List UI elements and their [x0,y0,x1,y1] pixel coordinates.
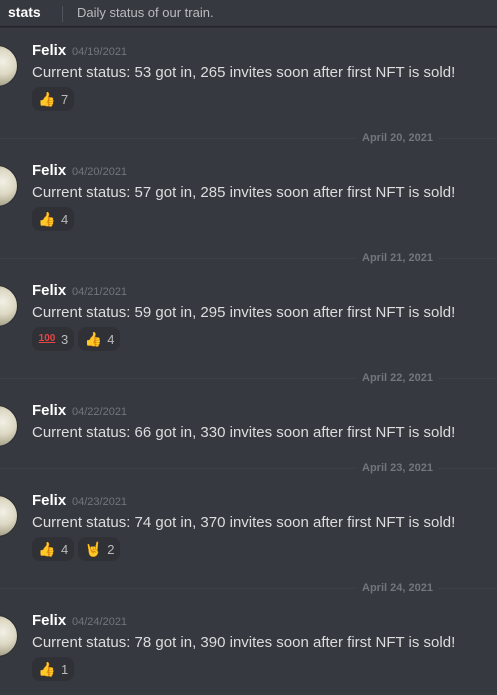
author-name[interactable]: Felix [32,402,66,419]
reactions: 👍 1 [32,657,75,681]
message-content: Current status: 53 got in, 265 invites s… [32,64,456,81]
date-divider: April 20, 2021 [0,132,497,146]
message-content: Current status: 78 got in, 390 invites s… [32,634,456,651]
hundred-points-icon: 100 [38,333,56,344]
channel-name[interactable]: stats [8,4,41,20]
message-timestamp: 04/20/2021 [72,166,128,178]
reaction-count: 7 [61,91,69,107]
channel-topic[interactable]: Daily status of our train. [77,5,214,20]
message-timestamp: 04/23/2021 [72,496,128,508]
avatar[interactable] [0,495,18,537]
reaction-count: 4 [61,541,69,557]
date-divider: April 24, 2021 [0,582,497,596]
reaction-hundred-points[interactable]: 100 3 [32,327,75,351]
reaction-thumbs-up[interactable]: 👍 1 [32,657,75,681]
reaction-count: 4 [107,331,115,347]
avatar[interactable] [0,45,18,87]
date-divider: April 23, 2021 [0,462,497,476]
author-name[interactable]: Felix [32,612,66,629]
thumbs-up-icon: 👍 [38,211,56,227]
message-content: Current status: 74 got in, 370 invites s… [32,514,456,531]
reactions: 👍 7 [32,87,75,111]
date-divider-label: April 21, 2021 [362,252,433,264]
reactions: 👍 4 [32,207,75,231]
reaction-count: 2 [107,541,115,557]
avatar[interactable] [0,285,18,327]
message-timestamp: 04/22/2021 [72,406,128,418]
thumbs-up-icon: 👍 [38,91,56,107]
message-timestamp: 04/24/2021 [72,616,128,628]
thumbs-up-icon: 👍 [84,331,102,347]
message-timestamp: 04/19/2021 [72,46,128,58]
header-divider [62,6,63,22]
date-divider: April 22, 2021 [0,372,497,386]
thumbs-up-icon: 👍 [38,541,56,557]
message-timestamp: 04/21/2021 [72,286,128,298]
reaction-count: 3 [61,331,69,347]
date-divider-label: April 22, 2021 [362,372,433,384]
reaction-thumbs-up[interactable]: 👍 7 [32,87,75,111]
date-divider: April 21, 2021 [0,252,497,266]
reaction-count: 1 [61,661,69,677]
sign-of-the-horns-icon: 🤘 [84,541,102,557]
avatar[interactable] [0,405,18,447]
message-content: Current status: 57 got in, 285 invites s… [32,184,456,201]
message-content: Current status: 66 got in, 330 invites s… [32,424,456,441]
date-divider-label: April 20, 2021 [362,132,433,144]
reaction-sign-of-the-horns[interactable]: 🤘 2 [78,537,121,561]
author-name[interactable]: Felix [32,282,66,299]
reaction-thumbs-up[interactable]: 👍 4 [32,537,75,561]
reaction-thumbs-up[interactable]: 👍 4 [32,207,75,231]
thumbs-up-icon: 👍 [38,661,56,677]
author-name[interactable]: Felix [32,162,66,179]
author-name[interactable]: Felix [32,42,66,59]
author-name[interactable]: Felix [32,492,66,509]
message-content: Current status: 59 got in, 295 invites s… [32,304,456,321]
reactions: 100 3 👍 4 [32,327,121,351]
date-divider-label: April 23, 2021 [362,462,433,474]
reaction-thumbs-up[interactable]: 👍 4 [78,327,121,351]
reactions: 👍 4 🤘 2 [32,537,121,561]
date-divider-label: April 24, 2021 [362,582,433,594]
avatar[interactable] [0,165,18,207]
avatar[interactable] [0,615,18,657]
channel-header: stats Daily status of our train. [0,0,497,27]
reaction-count: 4 [61,211,69,227]
